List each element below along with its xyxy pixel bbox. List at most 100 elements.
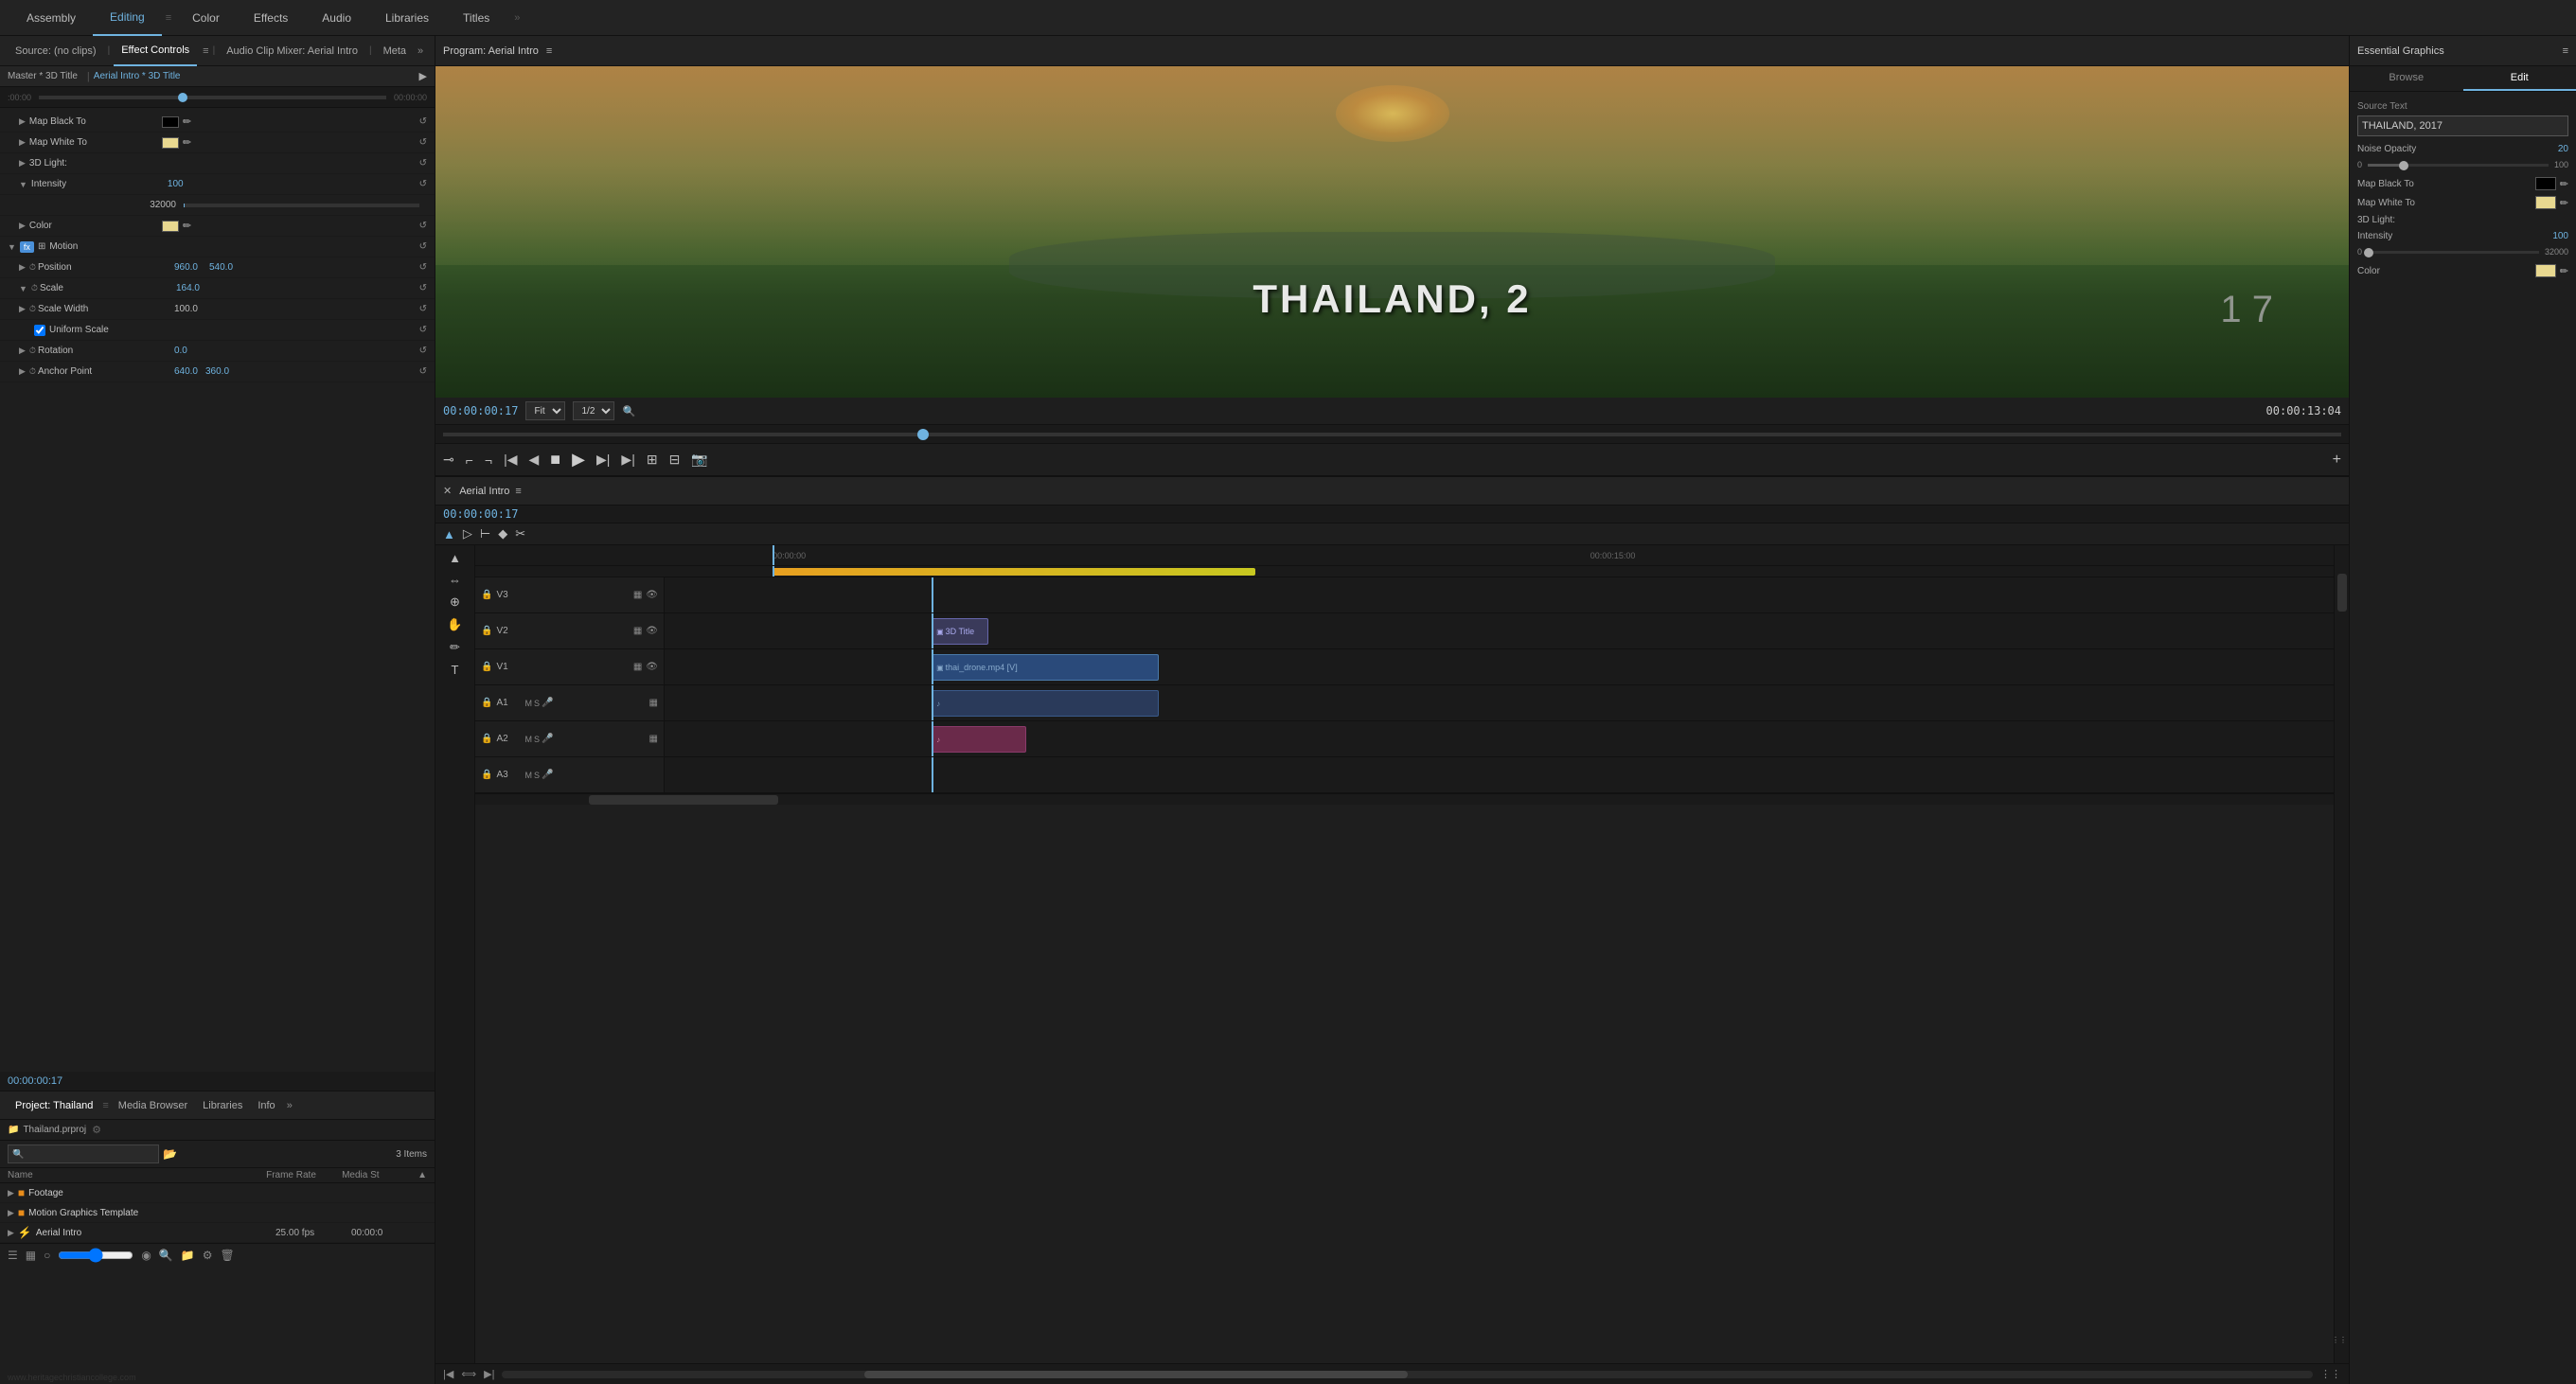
- timeline-dots-icon[interactable]: ⋮⋮: [2332, 1336, 2347, 1344]
- v2-lock-icon[interactable]: 🔒: [481, 626, 492, 636]
- text-vtool[interactable]: T: [452, 663, 459, 677]
- zoom-vtool[interactable]: ⊕: [450, 594, 460, 610]
- anchor-expand-icon[interactable]: ▶: [19, 366, 26, 377]
- scrub-track[interactable]: [443, 433, 2341, 436]
- 3d-light-expand-icon[interactable]: ▶: [19, 158, 26, 169]
- eg-map-white-eyedropper-icon[interactable]: ✏: [2560, 197, 2568, 209]
- eg-menu-icon[interactable]: ≡: [2563, 45, 2568, 57]
- delete-project-icon[interactable]: 🗑: [221, 1249, 235, 1262]
- clip-3d-title[interactable]: ▣ 3D Title: [932, 618, 988, 645]
- map-black-expand-icon[interactable]: ▶: [19, 116, 26, 127]
- timeline-menu-icon[interactable]: ≡: [515, 486, 521, 497]
- fit-select[interactable]: Fit: [525, 401, 565, 420]
- anchor-y-value[interactable]: 360.0: [205, 366, 229, 377]
- effect-controls-menu-icon[interactable]: ≡: [203, 45, 208, 57]
- v3-eye-icon[interactable]: 👁: [646, 590, 658, 600]
- intensity-value[interactable]: 100: [168, 179, 184, 189]
- timeline-go-start-icon[interactable]: |◀: [443, 1368, 453, 1380]
- timeline-scroll-thumb[interactable]: [589, 795, 778, 805]
- selection-vtool[interactable]: ▲: [449, 551, 461, 565]
- a2-collapse-icon[interactable]: ▦: [649, 734, 658, 744]
- search-project-icon[interactable]: 🔍: [159, 1249, 173, 1262]
- rotation-expand-icon[interactable]: ▶: [19, 346, 26, 356]
- tab-source[interactable]: Source: (no clips): [8, 36, 104, 66]
- timeline-hscrollbar[interactable]: [502, 1371, 2313, 1378]
- list-view-icon[interactable]: ☰: [8, 1249, 18, 1262]
- a1-mic-icon[interactable]: 🎤: [542, 698, 553, 708]
- settings-project-icon[interactable]: ⚙: [203, 1249, 213, 1262]
- scale-width-reset-icon[interactable]: ↺: [419, 304, 427, 314]
- map-black-eyedropper-icon[interactable]: ✏: [183, 115, 191, 128]
- program-monitor-menu-icon[interactable]: ≡: [546, 45, 552, 57]
- a1-lock-icon[interactable]: 🔒: [481, 698, 492, 708]
- sort-icon[interactable]: ▲: [417, 1170, 427, 1180]
- nav-libraries[interactable]: Libraries: [368, 0, 446, 36]
- rotation-value[interactable]: 0.0: [174, 346, 187, 356]
- position-y-value[interactable]: 540.0: [209, 262, 233, 273]
- a3-content[interactable]: [665, 757, 2334, 792]
- tab-media-browser[interactable]: Media Browser: [111, 1100, 195, 1111]
- ripple-vtool[interactable]: ⇔: [449, 573, 461, 587]
- timeline-vscrollbar[interactable]: ⋮⋮: [2334, 545, 2349, 1363]
- a3-lock-icon[interactable]: 🔒: [481, 770, 492, 780]
- a3-mic-icon[interactable]: 🎤: [542, 770, 553, 780]
- timeline-go-end-icon[interactable]: ▶|: [484, 1368, 494, 1380]
- eg-source-text-input[interactable]: [2357, 115, 2568, 136]
- play-button[interactable]: ▶: [572, 450, 585, 470]
- pen-vtool[interactable]: ✏: [450, 640, 460, 655]
- timeline-ruler[interactable]: 00:00:00 00:00:15:00: [475, 545, 2334, 566]
- scale-width-value[interactable]: 100.0: [174, 304, 198, 314]
- position-reset-icon[interactable]: ↺: [419, 262, 427, 273]
- eg-browse-tab[interactable]: Browse: [2350, 66, 2463, 91]
- timeline-scroll-icon[interactable]: ⟺: [461, 1368, 476, 1380]
- motion-reset-icon[interactable]: ↺: [419, 241, 427, 252]
- step-forward-icon[interactable]: ▶|: [596, 452, 610, 468]
- rotation-reset-icon[interactable]: ↺: [419, 346, 427, 356]
- a2-mic-icon[interactable]: 🎤: [542, 734, 553, 744]
- timeline-scroll-bar[interactable]: [475, 793, 2334, 805]
- project-search-input[interactable]: [8, 1144, 159, 1163]
- clip-label[interactable]: Aerial Intro * 3D Title: [94, 71, 181, 81]
- v1-content[interactable]: ▣ thai_drone.mp4 [V]: [665, 649, 2334, 684]
- v1-eye-icon[interactable]: 👁: [646, 662, 658, 672]
- clip-audio1[interactable]: ♪: [932, 690, 1159, 717]
- shuttle-icon[interactable]: ⊸: [443, 452, 454, 468]
- eg-map-black-eyedropper-icon[interactable]: ✏: [2560, 178, 2568, 190]
- nav-effects[interactable]: Effects: [237, 0, 305, 36]
- v3-lock-icon[interactable]: 🔒: [481, 590, 492, 600]
- track-select-tool[interactable]: ▷: [463, 526, 472, 541]
- map-white-expand-icon[interactable]: ▶: [19, 137, 26, 148]
- tab-info[interactable]: Info: [250, 1100, 282, 1111]
- v2-eye-icon[interactable]: 👁: [646, 626, 658, 636]
- clip-audio2[interactable]: ♪: [932, 726, 1026, 753]
- nav-titles[interactable]: Titles: [446, 0, 506, 36]
- nav-editing[interactable]: Editing: [93, 0, 162, 36]
- clip-thai-drone[interactable]: ▣ thai_drone.mp4 [V]: [932, 654, 1159, 681]
- nav-color[interactable]: Color: [175, 0, 237, 36]
- footage-expand-icon[interactable]: ▶: [8, 1188, 14, 1198]
- a2-content[interactable]: ♪: [665, 721, 2334, 756]
- map-white-eyedropper-icon[interactable]: ✏: [183, 136, 191, 149]
- aerial-expand-icon[interactable]: ▶: [8, 1228, 14, 1238]
- tab-audio-clip-mixer[interactable]: Audio Clip Mixer: Aerial Intro: [219, 36, 365, 66]
- scale-width-expand-icon[interactable]: ▶: [19, 304, 26, 314]
- icon-view-icon[interactable]: ▦: [26, 1249, 36, 1262]
- more-proj-tabs-icon[interactable]: »: [287, 1100, 293, 1111]
- stop-button[interactable]: ■: [550, 450, 560, 470]
- new-folder-icon[interactable]: 📁: [181, 1249, 195, 1262]
- project-item-aerial-intro[interactable]: ▶ ⚡ Aerial Intro 25.00 fps 00:00:0: [0, 1223, 435, 1243]
- a1-content[interactable]: ♪: [665, 685, 2334, 720]
- eg-color-swatch[interactable]: [2535, 264, 2556, 277]
- eg-map-white-swatch[interactable]: [2535, 196, 2556, 209]
- map-black-reset-icon[interactable]: ↺: [419, 116, 427, 127]
- scale-reset-icon[interactable]: ↺: [419, 283, 427, 293]
- eg-noise-opacity-value[interactable]: 20: [2558, 144, 2568, 154]
- motion-expand-icon[interactable]: ▼: [8, 242, 16, 252]
- position-expand-icon[interactable]: ▶: [19, 262, 26, 273]
- hand-vtool[interactable]: ✋: [447, 617, 462, 632]
- intensity-expand-icon[interactable]: ▼: [19, 180, 27, 189]
- v2-collapse-icon[interactable]: ▦: [633, 626, 642, 636]
- eg-map-black-swatch[interactable]: [2535, 177, 2556, 190]
- color-swatch[interactable]: [162, 221, 179, 232]
- position-x-value[interactable]: 960.0: [174, 262, 198, 273]
